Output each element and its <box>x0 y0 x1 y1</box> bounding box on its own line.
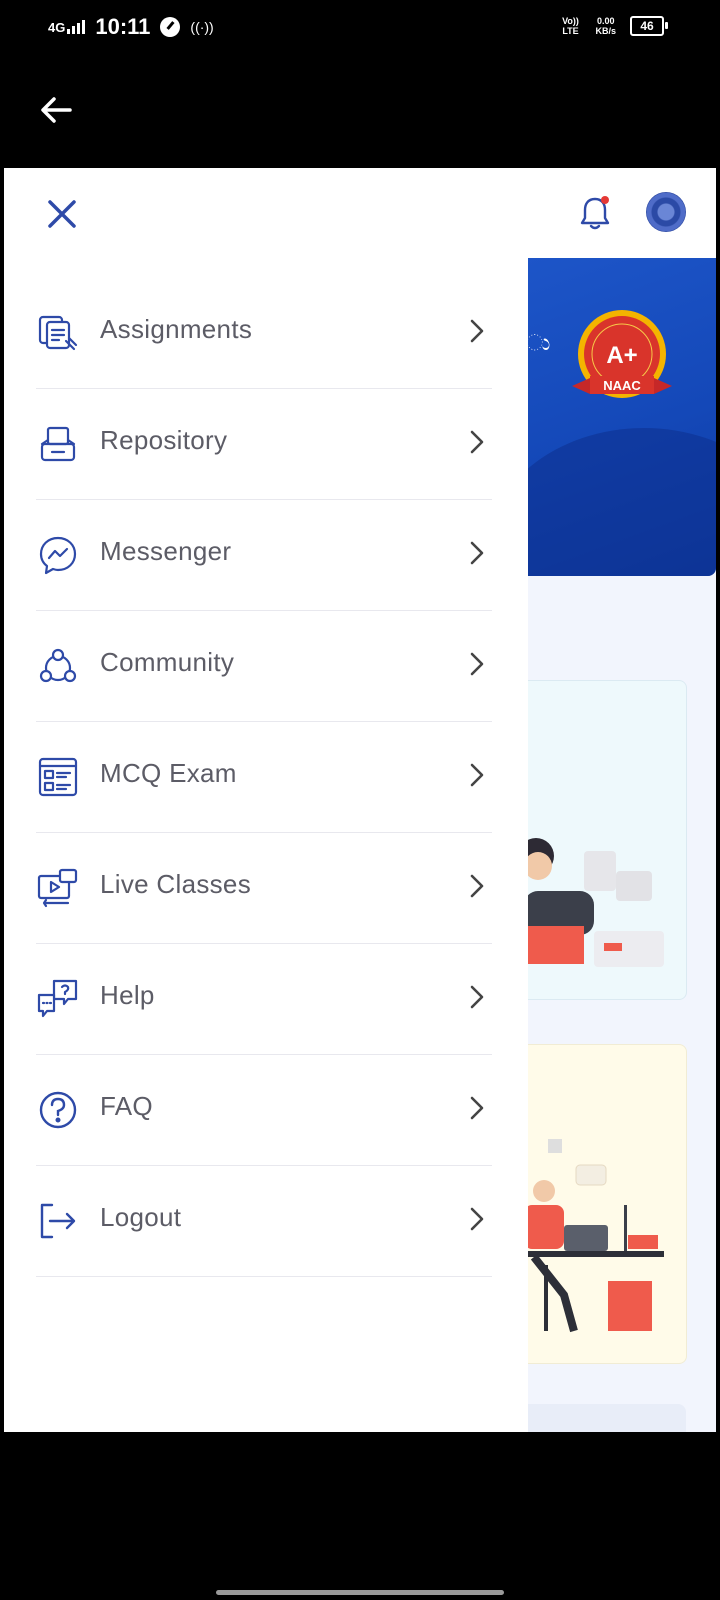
menu-label: Live Classes <box>100 869 251 899</box>
menu-label: Help <box>100 980 155 1010</box>
clock: 10:11 <box>95 14 151 39</box>
banner-text-fragment: ು <box>526 330 551 355</box>
drawer-menu: Assignments Repository Messenger Communi… <box>4 278 528 1277</box>
menu-label: FAQ <box>100 1091 153 1121</box>
network-indicator: 4G <box>48 20 86 35</box>
badge-org: NAAC <box>603 378 641 393</box>
app-screen: ು A+ NAAC Assignments Repository Messeng… <box>4 168 716 1432</box>
menu-item-live-classes[interactable]: Live Classes <box>36 833 492 944</box>
battery-level: 46 <box>640 19 654 33</box>
community-icon <box>39 648 77 683</box>
menu-item-assignments[interactable]: Assignments <box>36 278 492 389</box>
hotspot-icon: ((·)) <box>190 19 214 35</box>
notification-bell-icon[interactable] <box>578 194 612 232</box>
speedometer-icon <box>160 17 181 37</box>
menu-label: Assignments <box>100 314 253 344</box>
back-arrow-icon[interactable] <box>36 90 76 130</box>
menu-item-help[interactable]: Help <box>36 944 492 1055</box>
badge-grade: A+ <box>606 342 637 369</box>
menu-item-faq[interactable]: FAQ <box>36 1055 492 1166</box>
banner-wave <box>524 428 716 576</box>
status-bar: 4G 10:11 ((·)) Vo)) LTE 0.00 KB/s 46 <box>0 0 720 58</box>
navigation-drawer: Assignments Repository Messenger Communi… <box>4 168 528 1432</box>
close-icon[interactable] <box>42 194 82 234</box>
feature-card-2[interactable] <box>524 1044 687 1364</box>
profile-avatar[interactable] <box>646 192 686 232</box>
faq-icon <box>39 1091 77 1129</box>
messenger-icon <box>39 536 77 575</box>
menu-label: MCQ Exam <box>100 758 237 788</box>
chevron-right-icon <box>470 319 484 343</box>
help-icon <box>37 979 78 1018</box>
chevron-right-icon <box>470 874 484 898</box>
menu-item-repository[interactable]: Repository <box>36 389 492 500</box>
chevron-right-icon <box>470 763 484 787</box>
network-type: 4G <box>48 20 66 35</box>
menu-item-messenger[interactable]: Messenger <box>36 500 492 611</box>
volte-indicator: Vo)) LTE <box>562 16 579 36</box>
accreditation-banner: ು A+ NAAC <box>524 258 716 576</box>
chevron-right-icon <box>470 1096 484 1120</box>
menu-label: Logout <box>100 1202 182 1232</box>
menu-item-community[interactable]: Community <box>36 611 492 722</box>
illustration-person-desk <box>524 1139 664 1333</box>
logout-icon <box>40 1203 76 1239</box>
mcq-exam-icon <box>38 757 78 797</box>
menu-label: Repository <box>100 425 228 455</box>
menu-item-mcq-exam[interactable]: MCQ Exam <box>36 722 492 833</box>
menu-label: Community <box>100 647 235 677</box>
chevron-right-icon <box>470 541 484 565</box>
naac-badge: A+ NAAC <box>572 310 672 398</box>
top-app-bar <box>0 58 720 168</box>
repository-icon <box>40 426 76 462</box>
chevron-right-icon <box>470 652 484 676</box>
signal-icon <box>67 20 86 34</box>
menu-item-logout[interactable]: Logout <box>36 1166 492 1277</box>
feature-card-1[interactable] <box>518 680 687 1000</box>
live-classes-icon <box>37 868 78 908</box>
chevron-right-icon <box>470 985 484 1009</box>
illustration-person-laptop <box>518 838 664 967</box>
battery-icon: 46 <box>630 16 668 36</box>
assignments-icon <box>38 315 78 351</box>
chevron-right-icon <box>470 430 484 454</box>
home-indicator[interactable] <box>216 1590 504 1595</box>
net-speed: 0.00 KB/s <box>595 16 616 36</box>
menu-label: Messenger <box>100 536 232 566</box>
feature-card-3[interactable] <box>524 1404 686 1432</box>
chevron-right-icon <box>470 1207 484 1231</box>
